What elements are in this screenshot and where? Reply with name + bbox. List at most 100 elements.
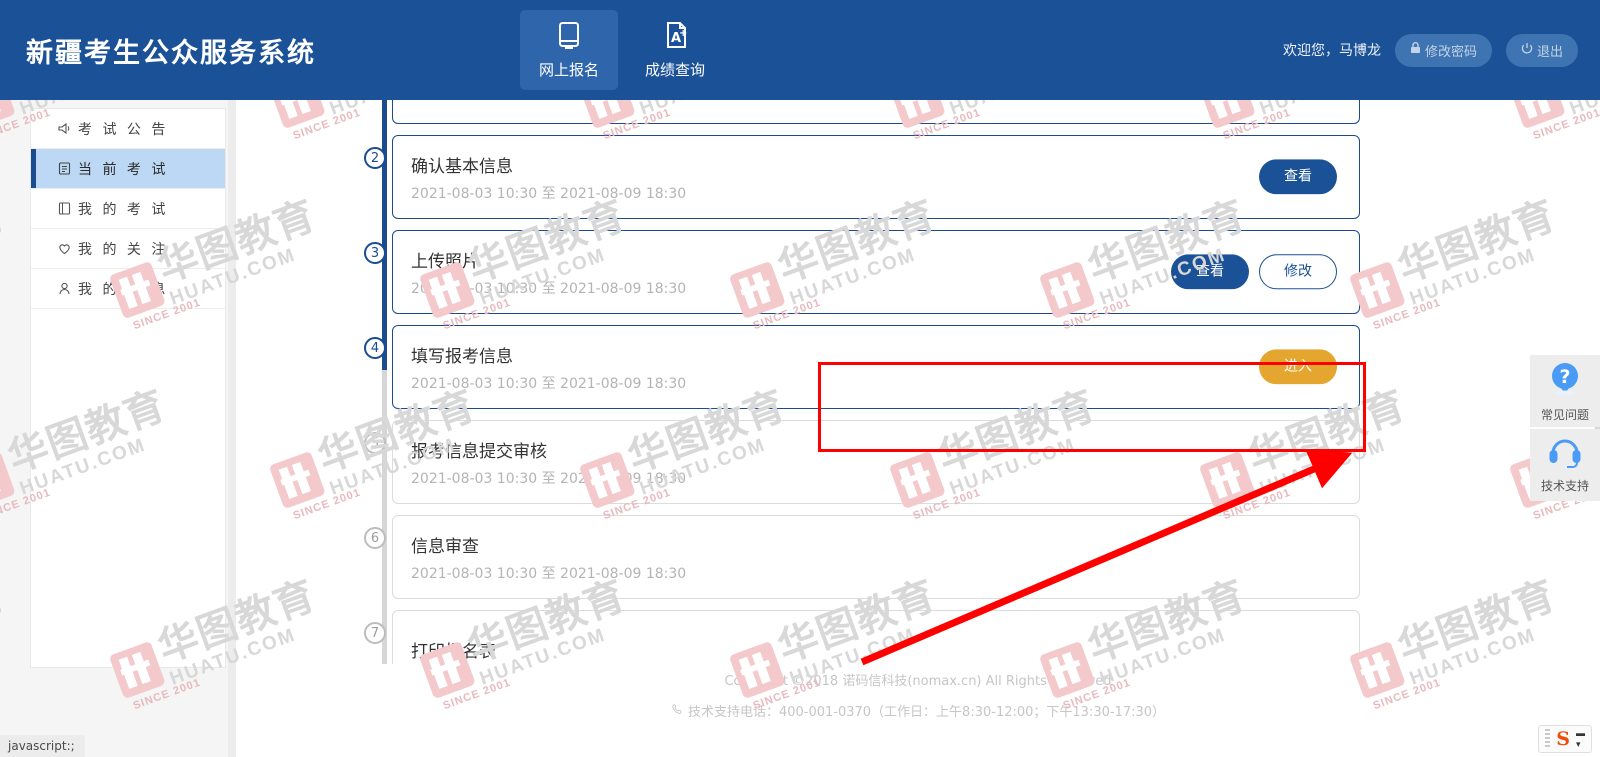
- user-icon: [57, 281, 72, 296]
- step-card: 信息审查 2021-08-03 10:30 至 2021-08-09 18:30: [392, 515, 1360, 599]
- step-row: 12021-08-03 10:30 至 2021-08-09 18:30查看: [236, 100, 1600, 135]
- float-widgets: ? 常见问题 技术支持: [1530, 355, 1600, 503]
- step-date-range: 2021-08-03 10:30 至 2021-08-09 18:30: [411, 565, 687, 582]
- nav-label: 网上报名: [538, 61, 599, 79]
- step-title: 报考信息提交审核: [411, 441, 547, 462]
- sidebar-item-label: 考 试 公 告: [78, 121, 169, 138]
- sidebar-item-label: 我 的 考 试: [78, 201, 169, 218]
- change-password-label: 修改密码: [1424, 44, 1477, 60]
- step-date-range: 2021-08-03 10:30 至 2021-08-09 18:30: [411, 470, 687, 487]
- nav-label: 成绩查询: [644, 61, 705, 79]
- nav-item-online-registration[interactable]: 网上报名: [520, 10, 618, 90]
- step-action-button[interactable]: 查看: [1259, 159, 1337, 195]
- clipboard-icon: [57, 161, 72, 176]
- step-action-button[interactable]: 查看: [1171, 254, 1249, 290]
- sidebar: 考 试 公 告 当 前 考 试 我 的 考 试 我 的 关 注 我 的 信 息: [30, 108, 226, 668]
- step-title: 确认基本信息: [411, 156, 513, 177]
- step-number: 4: [364, 337, 386, 359]
- heart-icon: [57, 241, 72, 256]
- faq-widget[interactable]: ? 常见问题: [1530, 355, 1600, 427]
- svg-text:+: +: [679, 28, 687, 39]
- step-card: 填写报考信息 2021-08-03 10:30 至 2021-08-09 18:3…: [392, 325, 1360, 409]
- sidebar-divider: [228, 100, 236, 757]
- sidebar-item-label: 当 前 考 试: [78, 161, 169, 178]
- ime-drag-handle[interactable]: [1545, 729, 1551, 749]
- phone-icon: [671, 703, 683, 719]
- sidebar-item-my-favorites[interactable]: 我 的 关 注: [31, 229, 225, 269]
- step-number: 5: [364, 432, 386, 454]
- svg-text:?: ?: [1559, 366, 1570, 388]
- step-date-range: 2021-08-03 10:30 至 2021-08-09 18:30: [411, 280, 687, 297]
- sidebar-item-current-exam[interactable]: 当 前 考 试: [31, 149, 225, 189]
- step-title: 打印报名表: [411, 641, 496, 662]
- step-action-button[interactable]: 修改: [1259, 254, 1337, 290]
- document-grade-icon: A +: [660, 20, 690, 52]
- page-footer: Copyright ©2018 诺码信科技(nomax.cn) All Righ…: [236, 664, 1600, 732]
- app-header: 新疆考生公众服务系统 网上报名 A + 成绩查询 欢迎您，马博龙 修改密码 退出: [0, 0, 1600, 100]
- support-line: 技术支持电话：400-001-0370（工作日：上午8:30-12:00；下午1…: [236, 701, 1600, 720]
- step-card: 确认基本信息 2021-08-03 10:30 至 2021-08-09 18:3…: [392, 135, 1360, 219]
- step-number: 6: [364, 527, 386, 549]
- tech-support-widget[interactable]: 技术支持: [1530, 429, 1600, 501]
- power-icon: [1521, 42, 1533, 58]
- step-title: 信息审查: [411, 536, 479, 557]
- monitor-icon: [554, 20, 584, 52]
- ime-indicator[interactable]: S ▬ ▾: [1538, 725, 1592, 753]
- nav-item-score-query[interactable]: A + 成绩查询: [626, 10, 724, 90]
- step-number: 2: [364, 147, 386, 169]
- sidebar-item-announcement[interactable]: 考 试 公 告: [31, 109, 225, 149]
- step-number: 3: [364, 242, 386, 264]
- logout-label: 退出: [1536, 44, 1563, 60]
- page-root: 新疆考生公众服务系统 网上报名 A + 成绩查询 欢迎您，马博龙 修改密码 退出…: [0, 0, 1600, 757]
- step-text: 信息审查 2021-08-03 10:30 至 2021-08-09 18:30: [393, 532, 686, 583]
- megaphone-icon: [57, 121, 72, 136]
- browser-status-bar: javascript:;: [0, 735, 85, 757]
- step-row: 6 信息审查 2021-08-03 10:30 至 2021-08-09 18:30: [236, 515, 1600, 610]
- step-actions: 查看 修改: [1171, 254, 1337, 290]
- faq-label: 常见问题: [1540, 407, 1589, 422]
- ime-controls[interactable]: ▬ ▾: [1576, 729, 1585, 749]
- step-action-button[interactable]: 进入: [1259, 349, 1337, 385]
- body-area: 考 试 公 告 当 前 考 试 我 的 考 试 我 的 关 注 我 的 信 息 …: [0, 100, 1600, 757]
- step-card: 2021-08-03 10:30 至 2021-08-09 18:30查看: [392, 100, 1360, 124]
- step-text: 填写报考信息 2021-08-03 10:30 至 2021-08-09 18:3…: [393, 342, 686, 393]
- step-card: 报考信息提交审核 2021-08-03 10:30 至 2021-08-09 18…: [392, 420, 1360, 504]
- step-number: 7: [364, 622, 386, 644]
- step-row: 5 报考信息提交审核 2021-08-03 10:30 至 2021-08-09 1…: [236, 420, 1600, 515]
- step-row: 2 确认基本信息 2021-08-03 10:30 至 2021-08-09 18:…: [236, 135, 1600, 230]
- step-actions: 进入: [1259, 349, 1337, 385]
- step-actions: 查看: [1259, 159, 1337, 195]
- sidebar-item-label: 我 的 信 息: [78, 281, 169, 298]
- welcome-text: 欢迎您，马博龙: [1282, 43, 1381, 59]
- step-text: 确认基本信息 2021-08-03 10:30 至 2021-08-09 18:3…: [393, 152, 686, 203]
- step-text: 上传照片 2021-08-03 10:30 至 2021-08-09 18:30: [393, 247, 686, 298]
- header-user-area: 欢迎您，马博龙 修改密码 退出: [1282, 33, 1578, 67]
- sogou-logo-icon: S: [1556, 727, 1570, 750]
- step-title: 上传照片: [411, 251, 479, 272]
- step-text: 报考信息提交审核 2021-08-03 10:30 至 2021-08-09 18…: [393, 437, 686, 488]
- question-mark-icon: ?: [1546, 360, 1584, 403]
- copyright-text: Copyright ©2018 诺码信科技(nomax.cn) All Righ…: [724, 674, 1112, 689]
- app-title: 新疆考生公众服务系统: [26, 37, 316, 69]
- sidebar-item-my-exams[interactable]: 我 的 考 试: [31, 189, 225, 229]
- book-icon: [57, 201, 72, 216]
- ime-minus-icon: ▬: [1576, 728, 1585, 738]
- step-card: 上传照片 2021-08-03 10:30 至 2021-08-09 18:30 查…: [392, 230, 1360, 314]
- ime-caret-icon: ▾: [1576, 739, 1581, 749]
- main-content: 12021-08-03 10:30 至 2021-08-09 18:30查看2确…: [236, 100, 1600, 757]
- tech-support-label: 技术支持: [1540, 478, 1589, 493]
- support-text: 技术支持电话：400-001-0370（工作日：上午8:30-12:00；下午1…: [687, 705, 1166, 720]
- step-row: 4 填写报考信息 2021-08-03 10:30 至 2021-08-09 18:…: [236, 325, 1600, 420]
- logout-button[interactable]: 退出: [1505, 33, 1578, 67]
- step-date-range: 2021-08-03 10:30 至 2021-08-09 18:30: [411, 375, 687, 392]
- sidebar-item-label: 我 的 关 注: [78, 241, 169, 258]
- step-row: 3 上传照片 2021-08-03 10:30 至 2021-08-09 18:30…: [236, 230, 1600, 325]
- sidebar-item-my-info[interactable]: 我 的 信 息: [31, 269, 225, 309]
- main-nav: 网上报名 A + 成绩查询: [516, 0, 728, 100]
- step-title: 填写报考信息: [411, 346, 513, 367]
- change-password-button[interactable]: 修改密码: [1394, 33, 1492, 67]
- headset-icon: [1546, 437, 1584, 474]
- registration-steps: 12021-08-03 10:30 至 2021-08-09 18:30查看2确…: [236, 100, 1600, 705]
- step-text: 打印报名表: [393, 637, 496, 668]
- lock-icon: [1410, 42, 1421, 58]
